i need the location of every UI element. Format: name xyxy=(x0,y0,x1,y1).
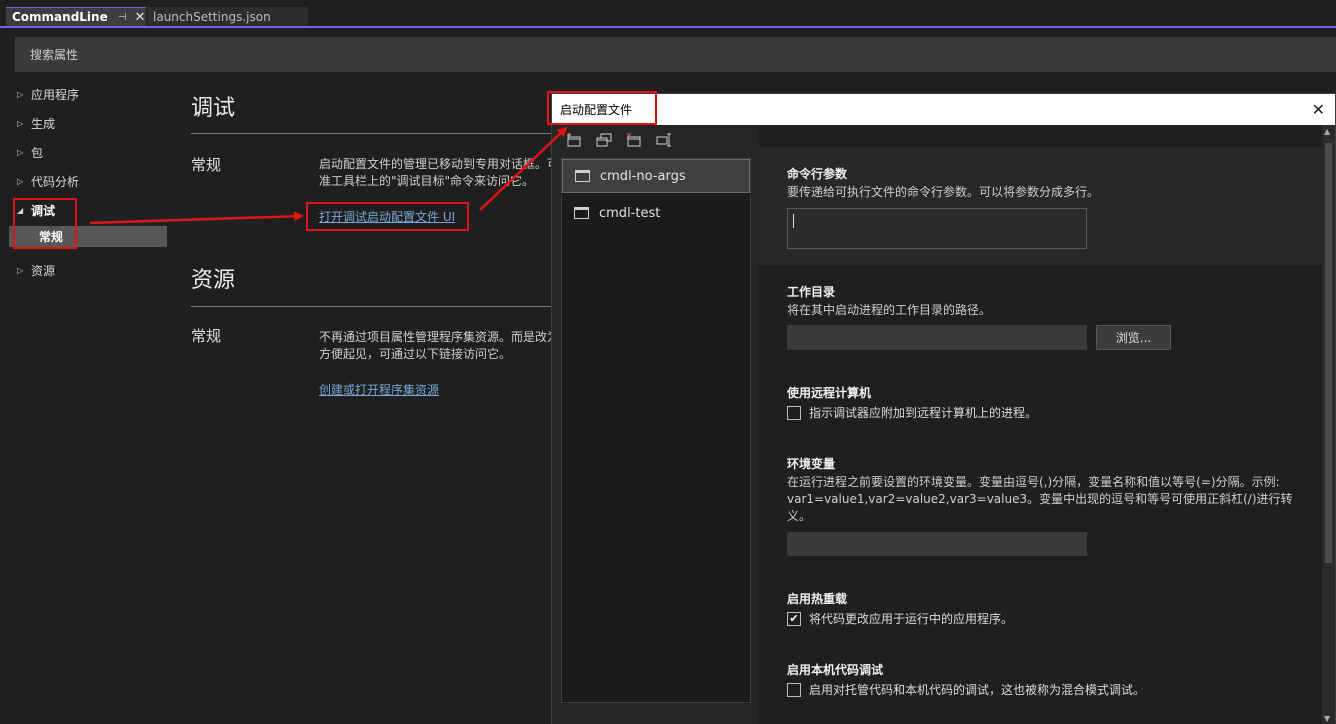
search-placeholder: 搜索属性 xyxy=(30,48,79,62)
workdir-title: 工作目录 xyxy=(787,285,836,299)
nav-item-code-analysis[interactable]: ▷ 代码分析 xyxy=(0,170,168,192)
native-title: 启用本机代码调试 xyxy=(787,663,884,677)
annotation-box-debug-nav xyxy=(13,198,77,249)
remote-machine-checkbox[interactable] xyxy=(787,405,801,420)
tab-title: CommandLine xyxy=(12,10,108,24)
expand-arrow-icon[interactable]: ▷ xyxy=(17,90,29,99)
hot-reload-checkbox[interactable]: ✔ xyxy=(787,611,801,626)
text-caret xyxy=(793,214,794,228)
divider xyxy=(191,133,551,134)
scroll-up-icon[interactable]: ▲ xyxy=(1324,127,1330,136)
resources-description: 不再通过项目属性管理程序集资源。而是改为 方便起见，可通过以下链接访问它。 xyxy=(319,330,559,361)
profile-settings-pane: 命令行参数 要传递给可执行文件的命令行参数。可以将参数分成多行。 工作目录 将在… xyxy=(759,125,1322,724)
window-icon xyxy=(575,170,590,182)
env-title: 环境变量 xyxy=(787,457,836,471)
nav-item-application[interactable]: ▷ 应用程序 xyxy=(0,83,168,105)
expand-arrow-icon[interactable]: ▷ xyxy=(17,266,29,275)
expand-arrow-icon[interactable]: ▷ xyxy=(17,177,29,186)
pin-icon[interactable]: ⊣ xyxy=(118,12,127,23)
launch-profiles-dialog: 启动配置文件 ✕ cmdl-no-args cmdl-test 命令行参数 要传… xyxy=(551,93,1336,724)
section-heading-debug: 调试 xyxy=(191,96,236,121)
args-title: 命令行参数 xyxy=(787,167,848,181)
tab-commandline[interactable]: CommandLine ⊣ ✕ xyxy=(6,7,146,26)
native-debug-option[interactable]: 启用对托管代码和本机代码的调试，这也被称为混合模式调试。 xyxy=(787,681,1145,698)
expand-arrow-icon[interactable]: ▷ xyxy=(17,148,29,157)
tab-title: launchSettings.json xyxy=(153,9,271,24)
environment-variables-input[interactable] xyxy=(787,532,1087,556)
env-description: 在运行进程之前要设置的环境变量。变量由逗号(,)分隔，变量名称和值以等号(=)分… xyxy=(787,475,1293,523)
dialog-title-bar: 启动配置文件 ✕ xyxy=(552,94,1335,125)
vertical-scrollbar[interactable]: ▲ ▼ xyxy=(1322,125,1335,724)
annotation-box-open-link xyxy=(306,202,469,231)
browse-button[interactable]: 浏览... xyxy=(1096,325,1171,350)
profiles-pane: cmdl-no-args cmdl-test xyxy=(552,125,759,724)
section-heading-resources: 资源 xyxy=(191,268,236,293)
close-tab-icon[interactable]: ✕ xyxy=(134,10,145,25)
remote-title: 使用远程计算机 xyxy=(787,386,872,400)
document-tab-strip: CommandLine ⊣ ✕ launchSettings.json xyxy=(0,0,1336,28)
profiles-list: cmdl-no-args cmdl-test xyxy=(561,158,751,703)
debug-description: 启动配置文件的管理已移动到专用对话框。可 准工具栏上的"调试目标"命令来访问它。 xyxy=(319,157,559,188)
scroll-down-icon[interactable]: ▼ xyxy=(1324,714,1330,723)
expand-arrow-icon[interactable]: ▷ xyxy=(17,119,29,128)
new-profile-icon[interactable] xyxy=(566,133,582,147)
remote-machine-option[interactable]: 指示调试器应附加到远程计算机上的进程。 xyxy=(787,404,1037,421)
profiles-toolbar xyxy=(566,133,672,147)
tab-launchsettings[interactable]: launchSettings.json xyxy=(147,7,308,26)
subheading-general: 常规 xyxy=(191,327,222,345)
scroll-thumb[interactable] xyxy=(1325,143,1332,563)
window-icon xyxy=(574,207,589,219)
profile-item-cmdl-no-args[interactable]: cmdl-no-args xyxy=(562,159,750,193)
divider xyxy=(191,306,551,307)
working-directory-input[interactable] xyxy=(787,325,1087,350)
create-open-resources-link[interactable]: 创建或打开程序集资源 xyxy=(319,381,439,398)
profile-item-cmdl-test[interactable]: cmdl-test xyxy=(562,196,750,230)
hot-reload-option[interactable]: ✔ 将代码更改应用于运行中的应用程序。 xyxy=(787,610,1013,627)
search-properties-input[interactable]: 搜索属性 xyxy=(15,37,1336,72)
workdir-description: 将在其中启动进程的工作目录的路径。 xyxy=(787,303,992,317)
native-debug-checkbox[interactable] xyxy=(787,682,801,697)
subheading-general: 常规 xyxy=(191,156,222,174)
nav-item-resources[interactable]: ▷ 资源 xyxy=(0,259,168,281)
args-description: 要传递给可执行文件的命令行参数。可以将参数分成多行。 xyxy=(787,185,1100,199)
nav-item-package[interactable]: ▷ 包 xyxy=(0,141,168,163)
annotation-box-dialog-title xyxy=(547,91,657,125)
command-line-args-input[interactable] xyxy=(787,208,1087,249)
rename-profile-icon[interactable] xyxy=(656,133,672,147)
close-icon[interactable]: ✕ xyxy=(1312,100,1325,119)
delete-profile-icon[interactable] xyxy=(626,133,642,147)
nav-item-build[interactable]: ▷ 生成 xyxy=(0,112,168,134)
copy-profile-icon[interactable] xyxy=(596,133,612,147)
hotreload-title: 启用热重载 xyxy=(787,592,848,606)
